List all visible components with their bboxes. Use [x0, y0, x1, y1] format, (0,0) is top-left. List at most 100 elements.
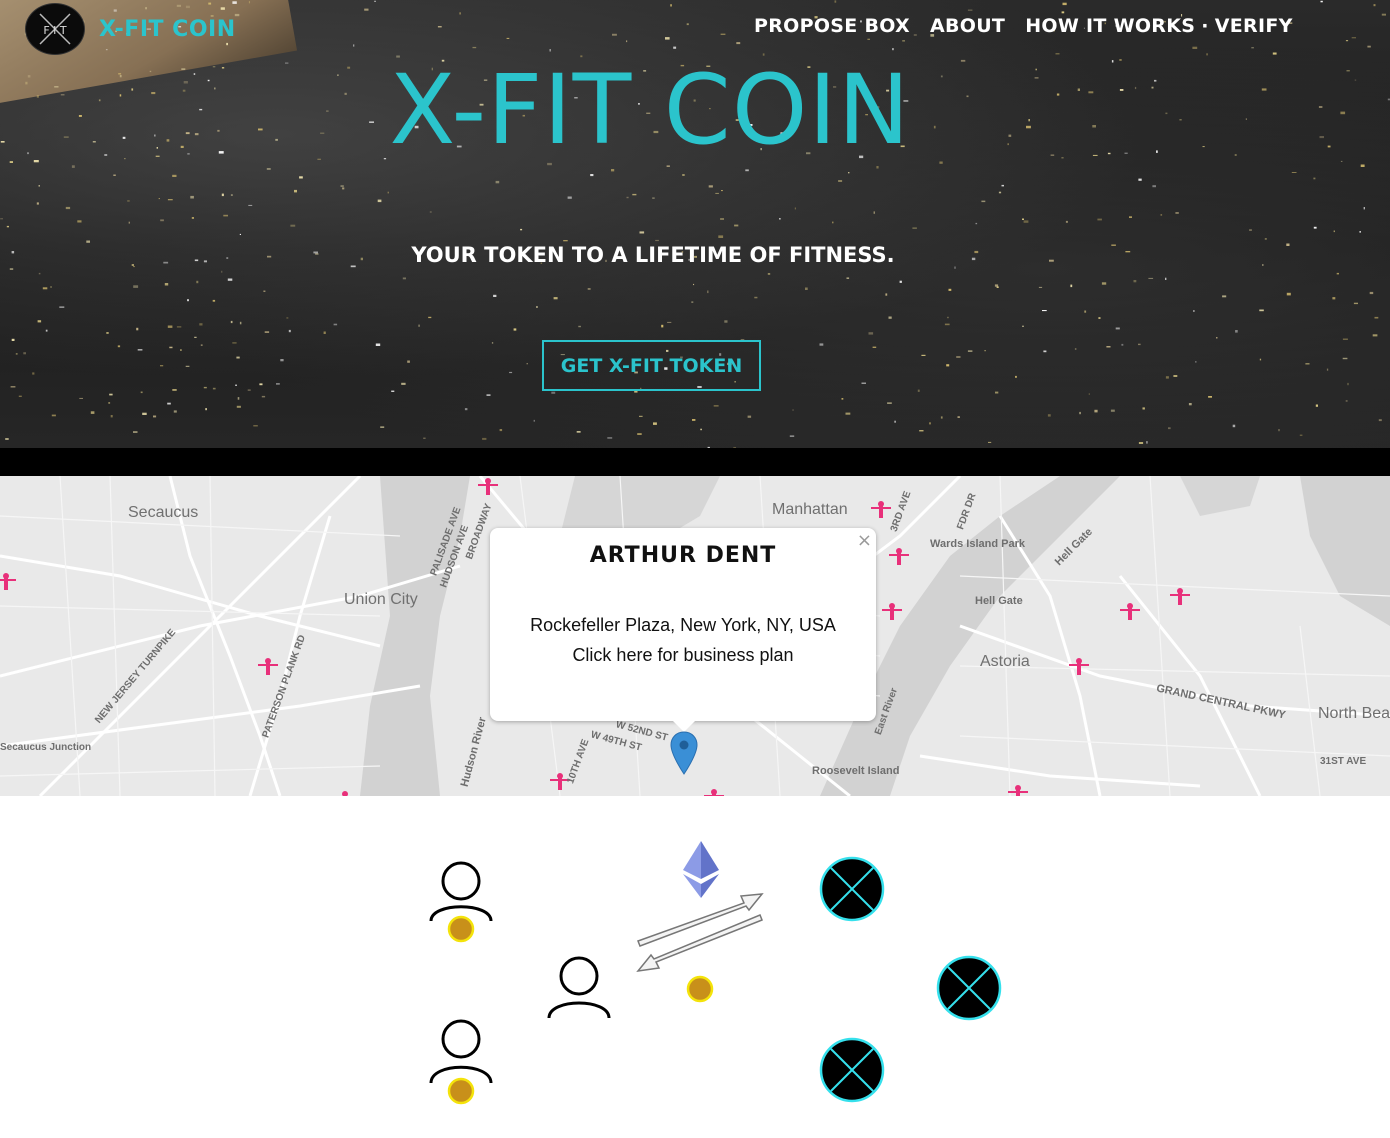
speckle — [747, 415, 752, 418]
speckle — [1353, 302, 1358, 305]
speckle — [998, 191, 1002, 194]
speckle — [553, 297, 558, 300]
speckle — [128, 221, 130, 224]
business-plan-link[interactable]: Click here for business plan — [490, 640, 876, 670]
speckle — [491, 342, 494, 344]
speckle — [136, 327, 139, 331]
speckle — [708, 185, 713, 188]
map-label-astoria: Astoria — [980, 653, 1030, 670]
speckle — [1251, 47, 1254, 49]
speckle — [917, 389, 920, 392]
speckle — [15, 353, 18, 355]
hero-section: F I T X-FIT COIN PROPOSE BOX ABOUT HOW I… — [0, 0, 1390, 448]
location-pin-icon[interactable] — [668, 730, 700, 776]
speckle — [158, 198, 160, 200]
speckle — [1022, 325, 1024, 327]
speckle — [133, 431, 138, 433]
speckle — [885, 293, 888, 296]
speckle — [196, 280, 199, 284]
speckle — [872, 346, 877, 348]
speckle — [323, 331, 326, 334]
speckle — [736, 42, 741, 45]
speckle — [429, 211, 432, 213]
speckle — [1138, 343, 1141, 346]
speckle — [576, 431, 581, 433]
speckle — [682, 174, 685, 176]
speckle — [167, 402, 171, 405]
speckle — [587, 288, 591, 290]
speckle — [493, 294, 497, 297]
speckle — [187, 299, 189, 302]
speckle — [38, 185, 40, 187]
speckle — [754, 296, 758, 299]
speckle — [1173, 375, 1178, 377]
speckle — [626, 196, 629, 199]
speckle — [294, 189, 297, 193]
speckle — [626, 40, 628, 43]
speckle — [767, 273, 771, 275]
map-label-secaucus-junction: Secaucus Junction — [0, 742, 92, 753]
speckle — [946, 364, 950, 367]
speckle — [340, 185, 344, 187]
speckle — [975, 222, 978, 225]
speckle — [11, 338, 15, 341]
map-label-manhattan: Manhattan — [772, 501, 848, 518]
speckle — [77, 220, 82, 223]
gym-box-icon — [936, 955, 1002, 1021]
speckle — [153, 415, 157, 418]
speckle — [1359, 231, 1361, 233]
speckle — [1332, 297, 1336, 300]
speckle — [239, 321, 242, 325]
speckle — [1373, 4, 1376, 7]
speckle — [1110, 409, 1115, 412]
speckle — [1165, 277, 1167, 280]
speckle — [160, 365, 164, 367]
nav-how-it-works[interactable]: HOW IT WORKS — [1025, 15, 1195, 37]
gym-box-icon — [819, 856, 885, 922]
get-token-button[interactable]: GET X-FIT TOKEN — [542, 340, 761, 391]
nav-about[interactable]: ABOUT — [930, 15, 1005, 37]
speckle — [612, 33, 617, 36]
speckle — [888, 316, 892, 319]
speckle — [639, 415, 643, 417]
speckle — [9, 268, 14, 270]
speckle — [981, 200, 986, 203]
speckle — [1106, 346, 1111, 348]
speckle — [90, 411, 95, 414]
speckle — [692, 419, 696, 421]
brand-name[interactable]: X-FIT COIN — [99, 17, 236, 42]
speckle — [720, 218, 724, 220]
speckle — [691, 301, 694, 303]
speckle — [1367, 45, 1371, 48]
speckle — [164, 283, 169, 286]
nav-propose-box[interactable]: PROPOSE BOX — [754, 15, 910, 37]
speckle — [1062, 2, 1067, 6]
speckle — [944, 323, 950, 326]
speckle — [513, 328, 517, 331]
speckle — [745, 169, 749, 172]
speckle — [661, 324, 664, 328]
speckle — [374, 0, 376, 2]
speckle — [563, 240, 568, 242]
speckle — [912, 227, 917, 229]
speckle — [667, 321, 672, 323]
speckle — [1232, 424, 1236, 428]
popup-address: Rockefeller Plaza, New York, NY, USA — [530, 615, 836, 635]
speckle — [221, 193, 224, 197]
speckle — [1165, 376, 1169, 379]
speckle — [401, 382, 406, 385]
brand-logo[interactable]: F I T X-FIT COIN — [25, 3, 236, 55]
map-label-union-city: Union City — [344, 591, 418, 608]
speckle — [948, 288, 952, 291]
speckle — [5, 438, 9, 440]
speckle — [1351, 37, 1356, 39]
speckle — [236, 405, 241, 408]
speckle — [472, 46, 477, 49]
speckle — [482, 437, 487, 440]
speckle — [590, 174, 594, 177]
speckle — [377, 199, 382, 203]
map-label-hell-gate: Hell Gate — [975, 595, 1023, 607]
speckle — [1168, 427, 1171, 430]
nav-verify[interactable]: VERIFY — [1215, 15, 1293, 37]
close-icon[interactable]: × — [857, 530, 872, 551]
